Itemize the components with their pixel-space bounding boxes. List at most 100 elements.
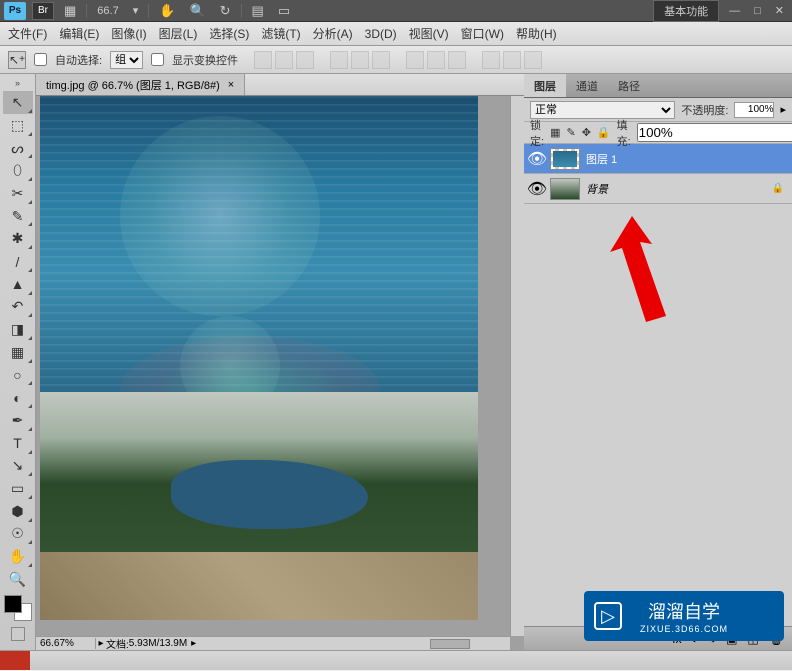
document-tab[interactable]: timg.jpg @ 66.7% (图层 1, RGB/8#) × [36, 74, 245, 95]
color-swatches[interactable] [4, 595, 32, 621]
3d-tool[interactable]: ⬢ [3, 500, 33, 523]
healing-tool[interactable]: ✱ [3, 227, 33, 250]
distribute-hcenter-icon[interactable] [503, 51, 521, 69]
lock-transparency-icon[interactable]: ▦ [550, 126, 560, 140]
menu-image[interactable]: 图像(I) [111, 25, 146, 42]
menu-file[interactable]: 文件(F) [8, 25, 47, 42]
distribute-right-icon[interactable] [524, 51, 542, 69]
photoshop-icon: Ps [4, 2, 26, 20]
brush-tool[interactable]: / [3, 250, 33, 273]
dropdown-icon[interactable]: ▾ [129, 4, 143, 17]
menu-help[interactable]: 帮助(H) [516, 25, 557, 42]
visibility-icon[interactable]: 👁 [524, 149, 550, 169]
fill-label: 填充: [617, 117, 631, 149]
marquee-tool[interactable]: ⬚ [3, 114, 33, 137]
lock-all-icon[interactable]: 🔒 [597, 126, 611, 140]
menu-filter[interactable]: 滤镜(T) [261, 25, 300, 42]
horizontal-scrollbar[interactable] [430, 639, 470, 649]
zoom-field[interactable]: 66.67% [36, 638, 96, 649]
fill-input[interactable] [637, 123, 792, 142]
move-tool[interactable]: ↖ [3, 91, 33, 114]
align-bottom-icon[interactable] [296, 51, 314, 69]
opacity-stepper-icon[interactable]: ▸ [780, 103, 786, 116]
3d-camera-tool[interactable]: ☉ [3, 523, 33, 546]
opacity-input[interactable] [734, 102, 774, 118]
panels-area: 图层 通道 路径 正常 不透明度: ▸ 锁定: ▦ ✎ ✥ 🔒 填充: ▸ [524, 74, 792, 650]
close-tab-icon[interactable]: × [228, 79, 234, 91]
eyedropper-tool[interactable]: ✎ [3, 205, 33, 228]
distribute-top-icon[interactable] [406, 51, 424, 69]
screen-mode-icon[interactable]: ▭ [274, 3, 294, 19]
menu-layer[interactable]: 图层(L) [159, 25, 198, 42]
lock-position-icon[interactable]: ✥ [582, 126, 591, 140]
layer-thumbnail[interactable] [550, 178, 580, 200]
zoom-value[interactable]: 66.7 [93, 5, 122, 17]
crop-tool[interactable]: ✂ [3, 182, 33, 205]
distribute-bottom-icon[interactable] [448, 51, 466, 69]
tab-paths[interactable]: 路径 [608, 74, 650, 97]
panel-tabs: 图层 通道 路径 [524, 74, 792, 98]
blend-mode-dropdown[interactable]: 正常 [530, 101, 675, 119]
image-water [40, 96, 478, 392]
layer-thumbnail[interactable] [550, 148, 580, 170]
dodge-tool[interactable]: ◐ [3, 386, 33, 409]
menu-analyze[interactable]: 分析(A) [313, 25, 353, 42]
lock-image-icon[interactable]: ✎ [566, 126, 575, 140]
align-vcenter-icon[interactable] [275, 51, 293, 69]
menu-window[interactable]: 窗口(W) [461, 25, 504, 42]
workspace-switcher[interactable]: 基本功能 [653, 0, 719, 22]
history-brush-tool[interactable]: ↶ [3, 296, 33, 319]
blur-tool[interactable]: ○ [3, 364, 33, 387]
bridge-icon[interactable]: Br [32, 2, 54, 20]
shape-tool[interactable]: ▭ [3, 477, 33, 500]
close-button[interactable]: ✕ [771, 4, 788, 17]
maximize-button[interactable]: □ [750, 5, 765, 17]
tab-channels[interactable]: 通道 [566, 74, 608, 97]
layer-name[interactable]: 图层 1 [586, 151, 792, 167]
play-icon: ▷ [594, 602, 622, 630]
status-arrow-icon[interactable]: ▸ [96, 638, 106, 649]
distribute-vcenter-icon[interactable] [427, 51, 445, 69]
minimize-button[interactable]: — [725, 5, 744, 17]
collapse-toolbox-icon[interactable]: » [0, 78, 35, 91]
path-select-tool[interactable]: ↘ [3, 455, 33, 478]
menu-view[interactable]: 视图(V) [409, 25, 449, 42]
zoom-tool-icon[interactable]: 🔍 [185, 3, 209, 19]
align-right-icon[interactable] [372, 51, 390, 69]
layer-item[interactable]: 👁 图层 1 [524, 144, 792, 174]
distribute-left-icon[interactable] [482, 51, 500, 69]
align-hcenter-icon[interactable] [351, 51, 369, 69]
doc-info-arrow-icon[interactable]: ▸ [191, 638, 196, 649]
auto-select-dropdown[interactable]: 组 [110, 51, 143, 69]
menu-3d[interactable]: 3D(D) [365, 27, 397, 41]
menu-bar: 文件(F) 编辑(E) 图像(I) 图层(L) 选择(S) 滤镜(T) 分析(A… [0, 22, 792, 46]
lasso-tool[interactable]: ᔕ [3, 137, 33, 160]
auto-select-checkbox[interactable] [34, 53, 47, 66]
hand-tool[interactable]: ✋ [3, 545, 33, 568]
show-transform-checkbox[interactable] [151, 53, 164, 66]
zoom-tool[interactable]: 🔍 [3, 568, 33, 591]
hand-tool-icon[interactable]: ✋ [155, 3, 179, 19]
layer-name[interactable]: 背景 [586, 181, 772, 197]
minibridge-icon[interactable]: ▦ [60, 3, 80, 19]
menu-edit[interactable]: 编辑(E) [59, 25, 99, 42]
menu-select[interactable]: 选择(S) [209, 25, 249, 42]
type-tool[interactable]: T [3, 432, 33, 455]
foreground-color[interactable] [4, 595, 22, 613]
quick-mask-toggle[interactable] [3, 627, 33, 648]
align-top-icon[interactable] [254, 51, 272, 69]
arrange-docs-icon[interactable]: ▤ [248, 3, 268, 19]
eraser-tool[interactable]: ◨ [3, 318, 33, 341]
quick-select-tool[interactable]: ⬯ [3, 159, 33, 182]
stamp-tool[interactable]: ▲ [3, 273, 33, 296]
vertical-scrollbar[interactable] [510, 96, 524, 636]
rotate-tool-icon[interactable]: ↻ [216, 3, 235, 19]
pen-tool[interactable]: ✒ [3, 409, 33, 432]
tab-layers[interactable]: 图层 [524, 74, 566, 97]
align-left-icon[interactable] [330, 51, 348, 69]
move-tool-indicator[interactable]: ↖+ [8, 51, 26, 69]
gradient-tool[interactable]: ▦ [3, 341, 33, 364]
canvas[interactable] [40, 96, 478, 620]
visibility-icon[interactable]: 👁 [524, 179, 550, 199]
layer-item[interactable]: 👁 背景 🔒 [524, 174, 792, 204]
